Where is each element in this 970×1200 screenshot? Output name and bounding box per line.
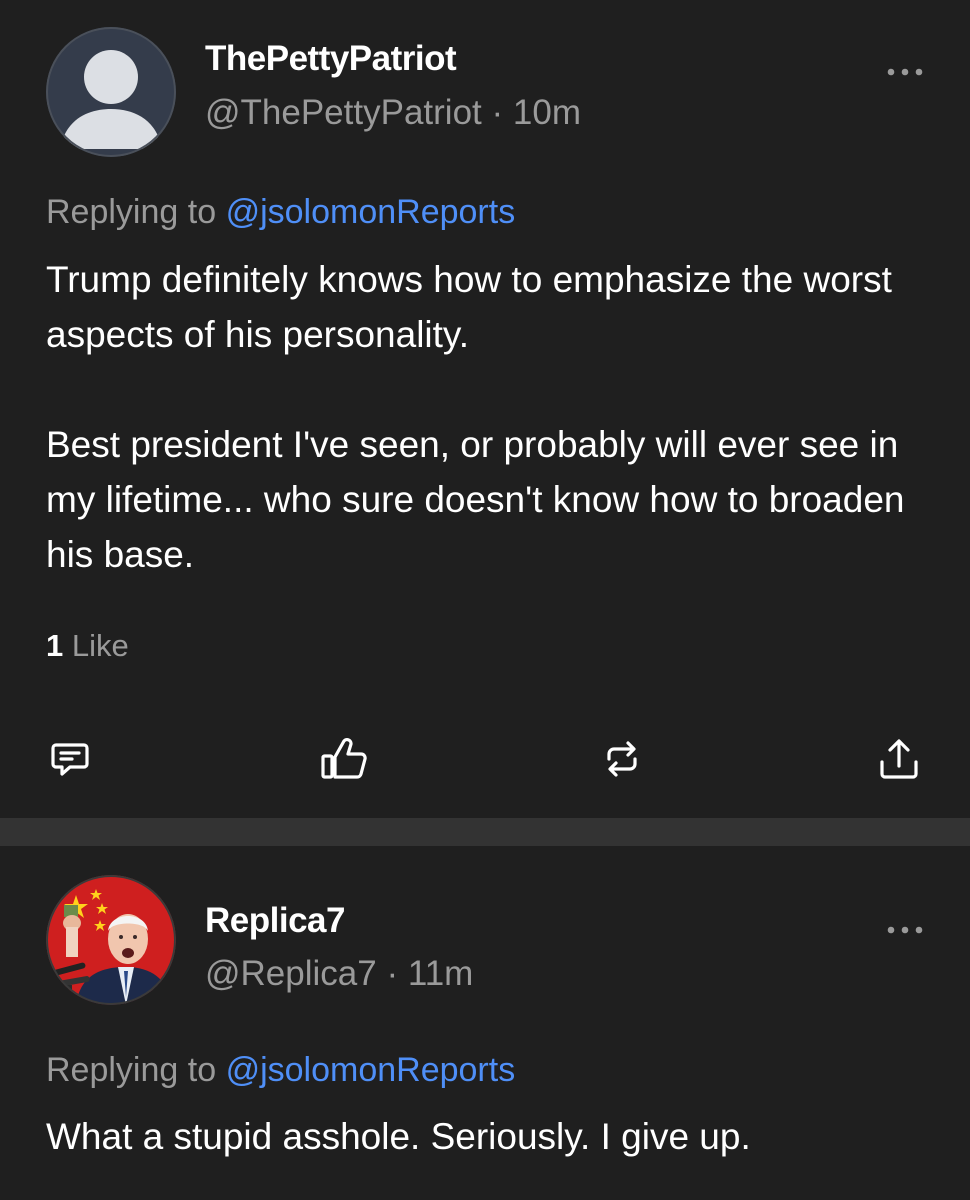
display-name[interactable]: Replica7 [205, 901, 345, 941]
replying-to: Replying to @jsolomonReports [46, 193, 515, 232]
avatar[interactable] [46, 875, 176, 1005]
share-button[interactable] [874, 734, 924, 784]
user-handle[interactable]: @ThePettyPatriot [205, 93, 482, 132]
post-body: What a stupid asshole. Seriously. I give… [46, 1109, 936, 1164]
post-time: 11m [407, 954, 474, 993]
more-options-button[interactable] [870, 52, 940, 92]
likes-count[interactable]: 1 Like [46, 628, 129, 664]
like-button[interactable] [320, 734, 370, 784]
reply-mention-link[interactable]: @jsolomonReports [226, 193, 516, 231]
post-paragraph: Trump definitely knows how to emphasize … [46, 259, 892, 355]
post: Replica7 @Replica7 · 11m Replying to @js… [0, 846, 970, 1200]
likes-label: Like [71, 628, 129, 663]
comment-icon [51, 743, 89, 776]
more-options-icon [887, 926, 923, 934]
default-user-avatar-icon [46, 27, 176, 157]
post: ThePettyPatriot @ThePettyPatriot · 10m R… [0, 0, 970, 818]
separator-dot: · [491, 93, 504, 132]
user-handle[interactable]: @Replica7 [205, 954, 377, 993]
replying-prefix: Replying to [46, 193, 217, 231]
likes-number: 1 [46, 628, 64, 663]
more-options-button[interactable] [870, 910, 940, 950]
post-divider [0, 818, 970, 846]
post-body: Trump definitely knows how to emphasize … [46, 252, 936, 582]
replying-to: Replying to @jsolomonReports [46, 1051, 515, 1090]
post-paragraph: What a stupid asshole. Seriously. I give… [46, 1116, 751, 1157]
comment-button[interactable] [45, 734, 95, 784]
avatar[interactable] [46, 27, 176, 157]
reply-mention-link[interactable]: @jsolomonReports [226, 1051, 516, 1089]
handle-time-line: @Replica7 · 11m [205, 954, 473, 994]
share-icon [880, 739, 918, 779]
repost-icon [607, 741, 637, 777]
more-options-icon [887, 68, 923, 76]
display-name[interactable]: ThePettyPatriot [205, 39, 457, 79]
handle-time-line: @ThePettyPatriot · 10m [205, 93, 581, 133]
separator-dot: · [386, 954, 399, 993]
profile-photo-avatar [46, 875, 176, 1005]
replying-prefix: Replying to [46, 1051, 217, 1089]
post-time: 10m [512, 93, 581, 132]
post-paragraph: Best president I've seen, or probably wi… [46, 424, 905, 575]
like-icon [321, 738, 367, 779]
repost-button[interactable] [597, 734, 647, 784]
